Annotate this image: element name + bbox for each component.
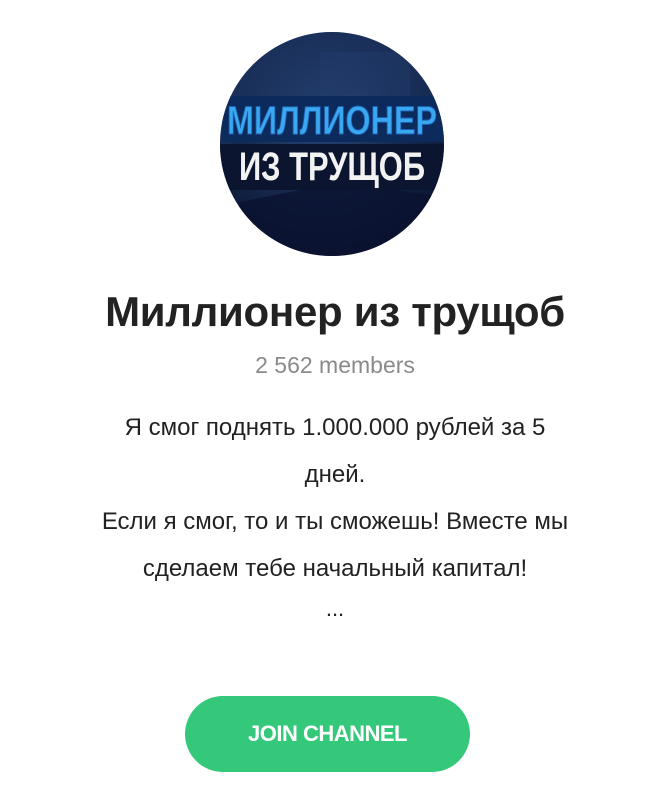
description-line: Я смог поднять 1.000.000 рублей за 5 xyxy=(124,414,546,441)
description-ellipsis: ... xyxy=(325,596,345,621)
avatar-text-line1: МИЛЛИОНЕР xyxy=(227,99,437,143)
join-channel-button[interactable]: JOIN CHANNEL xyxy=(185,696,470,772)
description-line: дней. xyxy=(304,461,366,488)
channel-title: Миллионер из трущоб xyxy=(105,288,565,335)
description-line: сделаем тебе начальный капитал! xyxy=(142,555,528,582)
description-line: Если я смог, то и ты сможешь! Вместе мы xyxy=(101,508,569,535)
channel-description: Я смог поднять 1.000.000 рублей за 5 дне… xyxy=(40,404,630,592)
channel-avatar: МИЛЛИОНЕР ИЗ ТРУЩОБ xyxy=(220,32,444,256)
channel-preview-card: МИЛЛИОНЕР ИЗ ТРУЩОБ Миллионер из трущоб … xyxy=(0,0,670,786)
members-count: 2 562 members xyxy=(255,352,415,378)
channel-avatar-lettering: МИЛЛИОНЕР ИЗ ТРУЩОБ xyxy=(227,99,438,190)
avatar-text-line2: ИЗ ТРУЩОБ xyxy=(239,145,425,189)
